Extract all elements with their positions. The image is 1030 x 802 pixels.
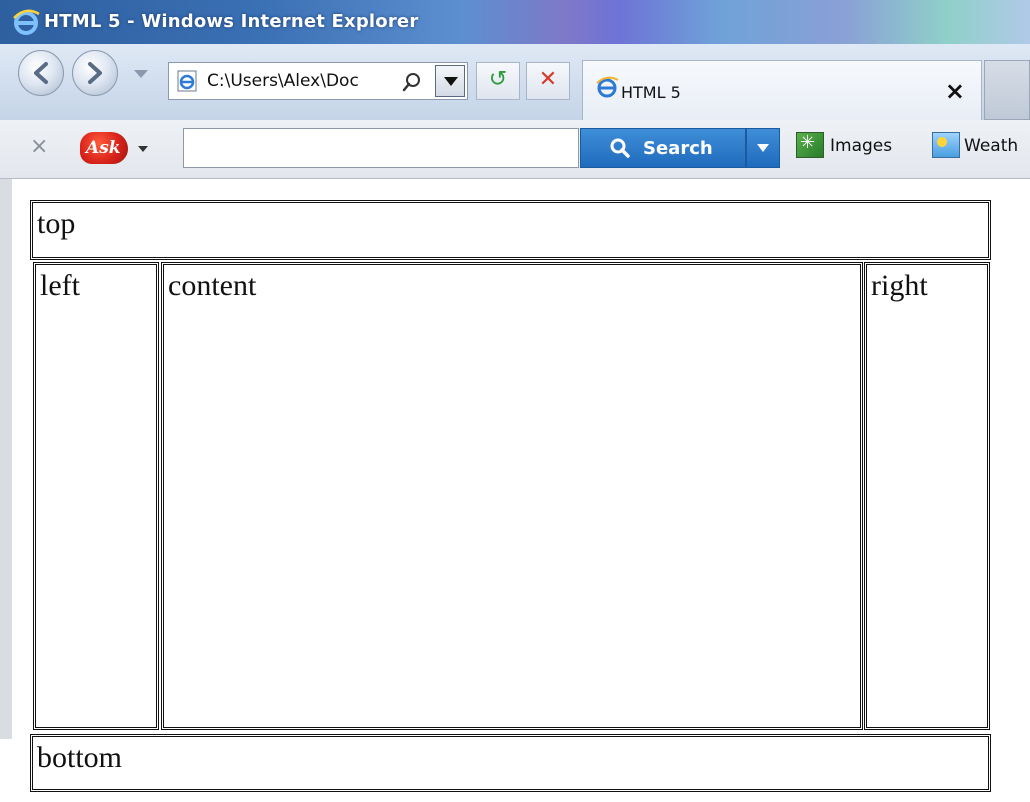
back-button[interactable] (18, 50, 64, 96)
ask-toolbar: × Ask Search Images Weath (0, 120, 1030, 179)
new-tab-button[interactable] (984, 60, 1030, 120)
images-icon[interactable] (796, 132, 824, 158)
back-arrow-icon (34, 62, 48, 84)
right-label: right (871, 269, 928, 302)
close-tab-icon[interactable]: × (945, 77, 965, 105)
stop-icon: ✕ (538, 67, 558, 92)
bottom-label: bottom (37, 741, 123, 774)
recent-pages-chevron-icon[interactable] (134, 70, 148, 78)
window-title: HTML 5 - Windows Internet Explorer (44, 11, 419, 32)
left-edge-strip (0, 179, 12, 739)
ask-logo[interactable]: Ask (80, 132, 128, 164)
address-bar[interactable]: C:\Users\Alex\Doc (168, 62, 468, 100)
search-icon[interactable] (401, 71, 423, 97)
toolbar-search-input[interactable] (183, 128, 579, 168)
close-toolbar-icon[interactable]: × (30, 134, 48, 159)
ie-tab-icon (595, 75, 619, 103)
layout-top-region: top (30, 200, 991, 260)
navigation-bar: C:\Users\Alex\Doc ↺ ✕ HTML 5 × (0, 44, 1030, 121)
ie-logo-icon (12, 8, 40, 40)
content-label: content (168, 269, 257, 302)
forward-button[interactable] (72, 50, 118, 96)
layout-left-region: left (33, 262, 159, 730)
page-icon (175, 69, 199, 97)
search-button-label: Search (643, 138, 713, 159)
search-options-dropdown[interactable] (746, 128, 780, 168)
layout-bottom-region: bottom (30, 734, 991, 792)
weather-button[interactable]: Weath (964, 136, 1018, 156)
top-label: top (37, 207, 76, 240)
page-viewport: top left content right bottom (0, 179, 1030, 802)
layout-content-region: content (161, 262, 863, 730)
address-field[interactable]: C:\Users\Alex\Doc (207, 71, 359, 91)
weather-icon[interactable] (932, 132, 960, 158)
address-dropdown-button[interactable] (435, 65, 465, 97)
ask-menu-chevron-icon[interactable] (138, 146, 148, 152)
forward-arrow-icon (88, 62, 102, 84)
refresh-icon: ↺ (488, 67, 508, 92)
refresh-button[interactable]: ↺ (476, 62, 520, 100)
left-label: left (40, 269, 80, 302)
window-title-bar[interactable]: HTML 5 - Windows Internet Explorer (0, 0, 1030, 44)
search-icon (609, 137, 631, 163)
images-button[interactable]: Images (830, 136, 892, 156)
tab-label: HTML 5 (621, 83, 681, 102)
stop-button[interactable]: ✕ (526, 62, 570, 100)
search-button[interactable]: Search (580, 128, 746, 168)
layout-right-region: right (864, 262, 990, 730)
tab-html5[interactable]: HTML 5 × (582, 60, 982, 120)
